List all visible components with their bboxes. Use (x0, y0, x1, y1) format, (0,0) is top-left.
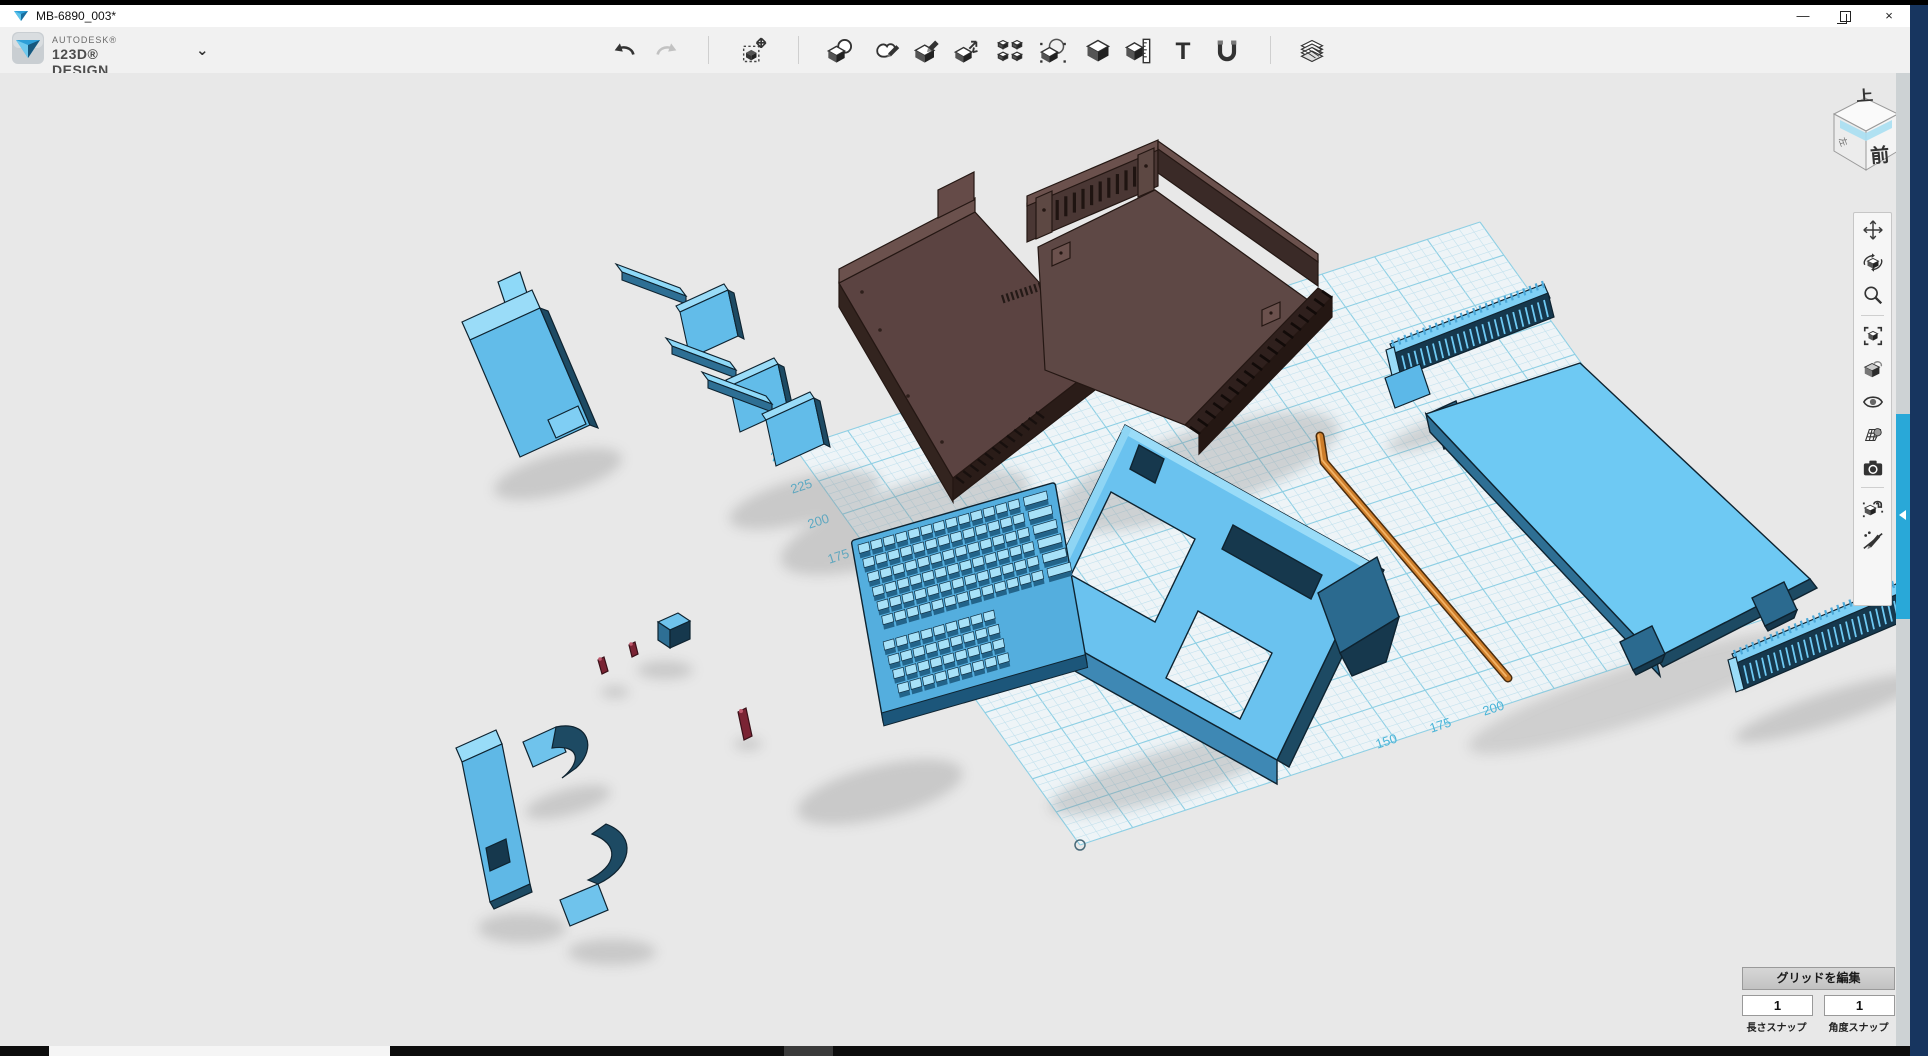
close-button[interactable]: × (1872, 5, 1906, 27)
length-snap-label: 長さスナップ (1742, 1019, 1811, 1034)
primitives-icon[interactable] (826, 37, 854, 65)
pan-icon[interactable] (1854, 213, 1891, 246)
app-icon (13, 8, 29, 24)
toolbar-separator (1270, 36, 1271, 64)
grid-settings-panel: グリッドを編集 長さスナップ 角度スナップ (1742, 967, 1894, 1037)
small-parts-cluster[interactable] (456, 613, 752, 926)
pattern-icon[interactable] (996, 37, 1024, 65)
bracket-parts[interactable] (616, 264, 830, 466)
panel-collapse-handle[interactable] (1896, 414, 1910, 619)
measure-icon[interactable] (1124, 37, 1152, 65)
zoom-icon[interactable] (1854, 279, 1891, 312)
collapse-arrow-icon (1899, 510, 1906, 520)
titlebar: MB-6890_003* — × (0, 5, 1928, 27)
side-bracket-part[interactable] (462, 272, 598, 457)
combine-icon[interactable] (1084, 37, 1112, 65)
select-move-icon[interactable] (739, 37, 767, 65)
svg-text:T: T (1176, 38, 1191, 65)
layers-icon[interactable] (1298, 37, 1326, 65)
sketch-icon[interactable] (873, 37, 901, 65)
angle-snap-label: 角度スナップ (1824, 1019, 1893, 1034)
snap-icon[interactable] (1213, 37, 1241, 65)
123d-logo-icon (12, 32, 44, 64)
undo-icon[interactable] (610, 37, 638, 65)
document-title: MB-6890_003* (36, 9, 116, 23)
toolbar-separator (798, 36, 799, 64)
construct-icon[interactable] (953, 37, 981, 65)
brand-autodesk: AUTODESK® (52, 35, 117, 45)
toolbar-separator (708, 36, 709, 64)
view-cube-top-label: 上 (1856, 87, 1874, 105)
modify-icon[interactable] (913, 37, 941, 65)
snap-target-icon[interactable] (1854, 491, 1891, 524)
hide-sketches-icon[interactable] (1854, 524, 1891, 557)
edit-grid-button[interactable]: グリッドを編集 (1742, 967, 1895, 990)
bottom-window-edge (0, 1046, 1910, 1056)
restore-button[interactable] (1828, 5, 1862, 27)
text-icon[interactable]: T (1169, 37, 1197, 65)
fit-view-icon[interactable] (1854, 319, 1891, 352)
view-cube-front-label: 前 (1869, 143, 1890, 168)
3d-viewport[interactable]: 250225200175150175200 (0, 73, 1928, 1046)
background-taskbar-segment (49, 1046, 390, 1056)
menu-chevron-icon[interactable]: ⌄ (196, 41, 209, 59)
shading-icon[interactable] (1854, 352, 1891, 385)
minimize-button[interactable]: — (1786, 5, 1820, 27)
background-window-strip (1910, 5, 1928, 1056)
toolbar-separator (1861, 487, 1884, 488)
camera-screenshot-icon[interactable] (1854, 451, 1891, 484)
length-snap-input[interactable] (1742, 995, 1813, 1016)
toolbar-separator (1861, 315, 1884, 316)
navigation-toolbar (1853, 212, 1892, 606)
grouping-icon[interactable] (1039, 37, 1067, 65)
restore-icon-back (1837, 14, 1847, 24)
visibility-eye-icon[interactable] (1854, 385, 1891, 418)
background-taskbar-segment2 (784, 1046, 833, 1056)
angle-snap-input[interactable] (1824, 995, 1895, 1016)
redo-icon[interactable] (653, 37, 681, 65)
view-cube[interactable]: 上 前 左 (1810, 85, 1910, 185)
orbit-icon[interactable] (1854, 246, 1891, 279)
grid-visibility-icon[interactable] (1854, 418, 1891, 451)
main-toolbar: AUTODESK® 123D® DESIGN ⌄ (0, 27, 1928, 74)
